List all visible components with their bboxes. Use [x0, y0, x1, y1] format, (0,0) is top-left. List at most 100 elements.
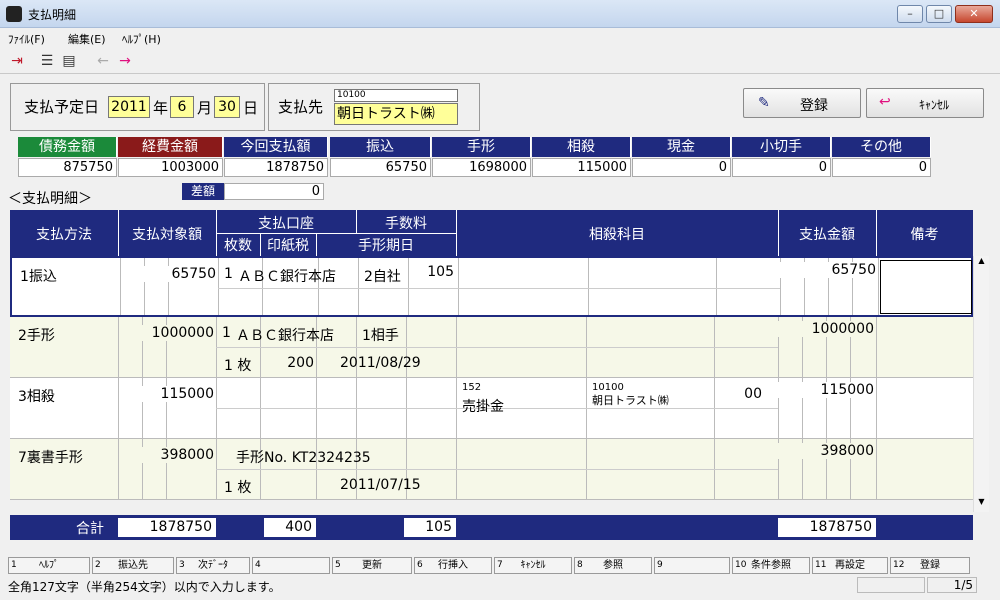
col-amount: 支払金額 [799, 227, 855, 243]
fkey-label: 行挿入 [438, 560, 468, 571]
row-fee-type[interactable]: 2自社 [364, 266, 401, 286]
diff-value: 0 [224, 183, 324, 200]
fkey-1[interactable]: 1 ﾍﾙﾌﾟ [8, 557, 90, 574]
row-count[interactable]: 1 枚 [224, 477, 251, 497]
col-offset: 相殺科目 [589, 227, 645, 243]
col-target: 支払対象額 [132, 227, 202, 243]
summary-label-2: 今回支払額 [224, 137, 328, 157]
col-method: 支払方法 [36, 227, 92, 243]
row-partner[interactable]: 朝日トラスト㈱ [592, 392, 669, 408]
close-button[interactable]: ✕ [955, 5, 993, 23]
fkey-10[interactable]: 10 条件参照 [732, 557, 810, 574]
totals-label: 合計 [76, 521, 104, 537]
scroll-down-icon[interactable]: ▼ [974, 497, 989, 512]
maximize-button[interactable]: □ [926, 5, 952, 23]
date-label: 支払予定日 [24, 98, 100, 116]
row-amount[interactable]: 65750 [780, 262, 876, 278]
total-stamp: 400 [264, 518, 316, 537]
section-title: ＜支払明細＞ [8, 191, 92, 207]
table-row[interactable]: 7裏書手形 398000 手形No. KT2324235 1 枚 2011/07/15 3… [10, 439, 973, 500]
row-due[interactable]: 2011/08/29 [340, 355, 421, 371]
forward-arrow-icon[interactable]: → [116, 52, 134, 70]
row-subject[interactable]: 売掛金 [462, 396, 504, 416]
row-fee-type[interactable]: 1相手 [362, 325, 399, 345]
menu-edit[interactable]: 編集(E) [68, 31, 106, 47]
fkey-6[interactable]: 6 行挿入 [414, 557, 492, 574]
menu-file[interactable]: ﾌｧｲﾙ(F) [8, 31, 45, 47]
row-bank[interactable]: 手形No. KT2324235 [236, 447, 371, 467]
fkey-9[interactable]: 9 [654, 557, 730, 574]
row-method[interactable]: 2手形 [18, 325, 55, 345]
row-count[interactable]: 1 枚 [224, 355, 251, 375]
row-fee[interactable]: 105 [408, 264, 454, 280]
status-message: 全角127文字（半角254文字）以内で入力します。 [8, 580, 281, 594]
totals-bar: 合計 1878750 400 105 1878750 [10, 515, 973, 540]
row-due[interactable]: 2011/07/15 [340, 477, 421, 493]
row-method[interactable]: 3相殺 [18, 386, 55, 406]
menu-help[interactable]: ﾍﾙﾌﾟ(H) [122, 31, 161, 47]
month-unit: 月 [197, 99, 213, 117]
fkey-label: ｷｬﾝｾﾙ [520, 560, 546, 571]
menu-bar: ﾌｧｲﾙ(F) 編集(E) ﾍﾙﾌﾟ(H) [0, 28, 1000, 48]
summary-value-6: 0 [632, 158, 731, 177]
row-stamp[interactable]: 200 [262, 355, 314, 371]
row-amount[interactable]: 398000 [778, 443, 874, 459]
day-unit: 日 [243, 99, 259, 117]
row-target[interactable]: 398000 [120, 447, 214, 463]
diff-label: 差額 [182, 183, 224, 200]
page-indicator: 1/5 [927, 577, 977, 593]
row-target[interactable]: 115000 [120, 386, 214, 402]
payee-code-field[interactable]: 10100 [334, 89, 458, 102]
year-field[interactable]: 2011 [108, 96, 150, 118]
fkey-label: ﾍﾙﾌﾟ [39, 560, 59, 571]
note-input[interactable] [880, 260, 972, 314]
list-icon[interactable]: ☰ [38, 52, 56, 70]
row-bank[interactable]: ＡＢＣ銀行本店 [238, 266, 336, 286]
app-icon [6, 6, 22, 22]
row-target[interactable]: 65750 [122, 266, 216, 282]
status-bar: 全角127文字（半角254文字）以内で入力します。 1/5 [0, 576, 1000, 596]
row-method[interactable]: 1振込 [20, 266, 57, 286]
summary-label-6: 現金 [632, 137, 731, 157]
row-offset-num[interactable]: 00 [720, 386, 762, 402]
fkey-5[interactable]: 5 更新 [332, 557, 412, 574]
minimize-button[interactable]: – [897, 5, 923, 23]
fkey-11[interactable]: 11 再設定 [812, 557, 888, 574]
fkey-3[interactable]: 3 次ﾃﾞｰﾀ [176, 557, 250, 574]
payee-name-field[interactable]: 朝日トラスト㈱ [334, 103, 458, 125]
fkey-7[interactable]: 7 ｷｬﾝｾﾙ [494, 557, 572, 574]
back-arrow-icon[interactable]: ← [94, 52, 112, 70]
row-amount[interactable]: 115000 [778, 382, 874, 398]
fkey-2[interactable]: 2 振込先 [92, 557, 174, 574]
month-field[interactable]: 6 [170, 96, 194, 118]
table-row[interactable]: 2手形 1000000 1 ＡＢＣ銀行本店 1相手 1 枚 200 2011/08/29 100… [10, 317, 973, 378]
total-target: 1878750 [118, 518, 216, 537]
row-account-no[interactable]: 1 [222, 325, 231, 341]
summary-label-3: 振込 [330, 137, 431, 157]
summary-value-7: 0 [732, 158, 831, 177]
fkey-8[interactable]: 8 参照 [574, 557, 652, 574]
cancel-button[interactable]: ↩ ｷｬﾝｾﾙ [866, 88, 984, 118]
exit-icon[interactable]: ⇥ [8, 52, 26, 70]
row-method[interactable]: 7裏書手形 [18, 447, 83, 467]
summary-label-8: その他 [832, 137, 931, 157]
summary-label-1: 経費金額 [118, 137, 223, 157]
row-amount[interactable]: 1000000 [778, 321, 874, 337]
payee-label: 支払先 [278, 98, 324, 116]
fkey-label: 更新 [362, 560, 382, 571]
detail-icon[interactable]: ▤ [60, 52, 78, 70]
fkey-number: 9 [657, 560, 663, 570]
day-field[interactable]: 30 [214, 96, 240, 118]
register-button[interactable]: ✎ 登録 [743, 88, 861, 118]
row-target[interactable]: 1000000 [120, 325, 214, 341]
scroll-up-icon[interactable]: ▲ [974, 256, 989, 271]
fkey-4[interactable]: 4 [252, 557, 330, 574]
vertical-scrollbar[interactable]: ▲ ▼ [973, 256, 989, 512]
row-subject-code: 152 [462, 382, 482, 393]
row-account-no[interactable]: 1 [224, 266, 233, 282]
table-row[interactable]: 3相殺 115000 152 売掛金 10100 朝日トラスト㈱ 00 115000 [10, 378, 973, 439]
undo-icon: ↩ [879, 94, 891, 110]
table-row[interactable]: 1振込 65750 1 ＡＢＣ銀行本店 2自社 105 65750 [10, 256, 973, 317]
fkey-12[interactable]: 12 登録 [890, 557, 970, 574]
row-bank[interactable]: ＡＢＣ銀行本店 [236, 325, 334, 345]
